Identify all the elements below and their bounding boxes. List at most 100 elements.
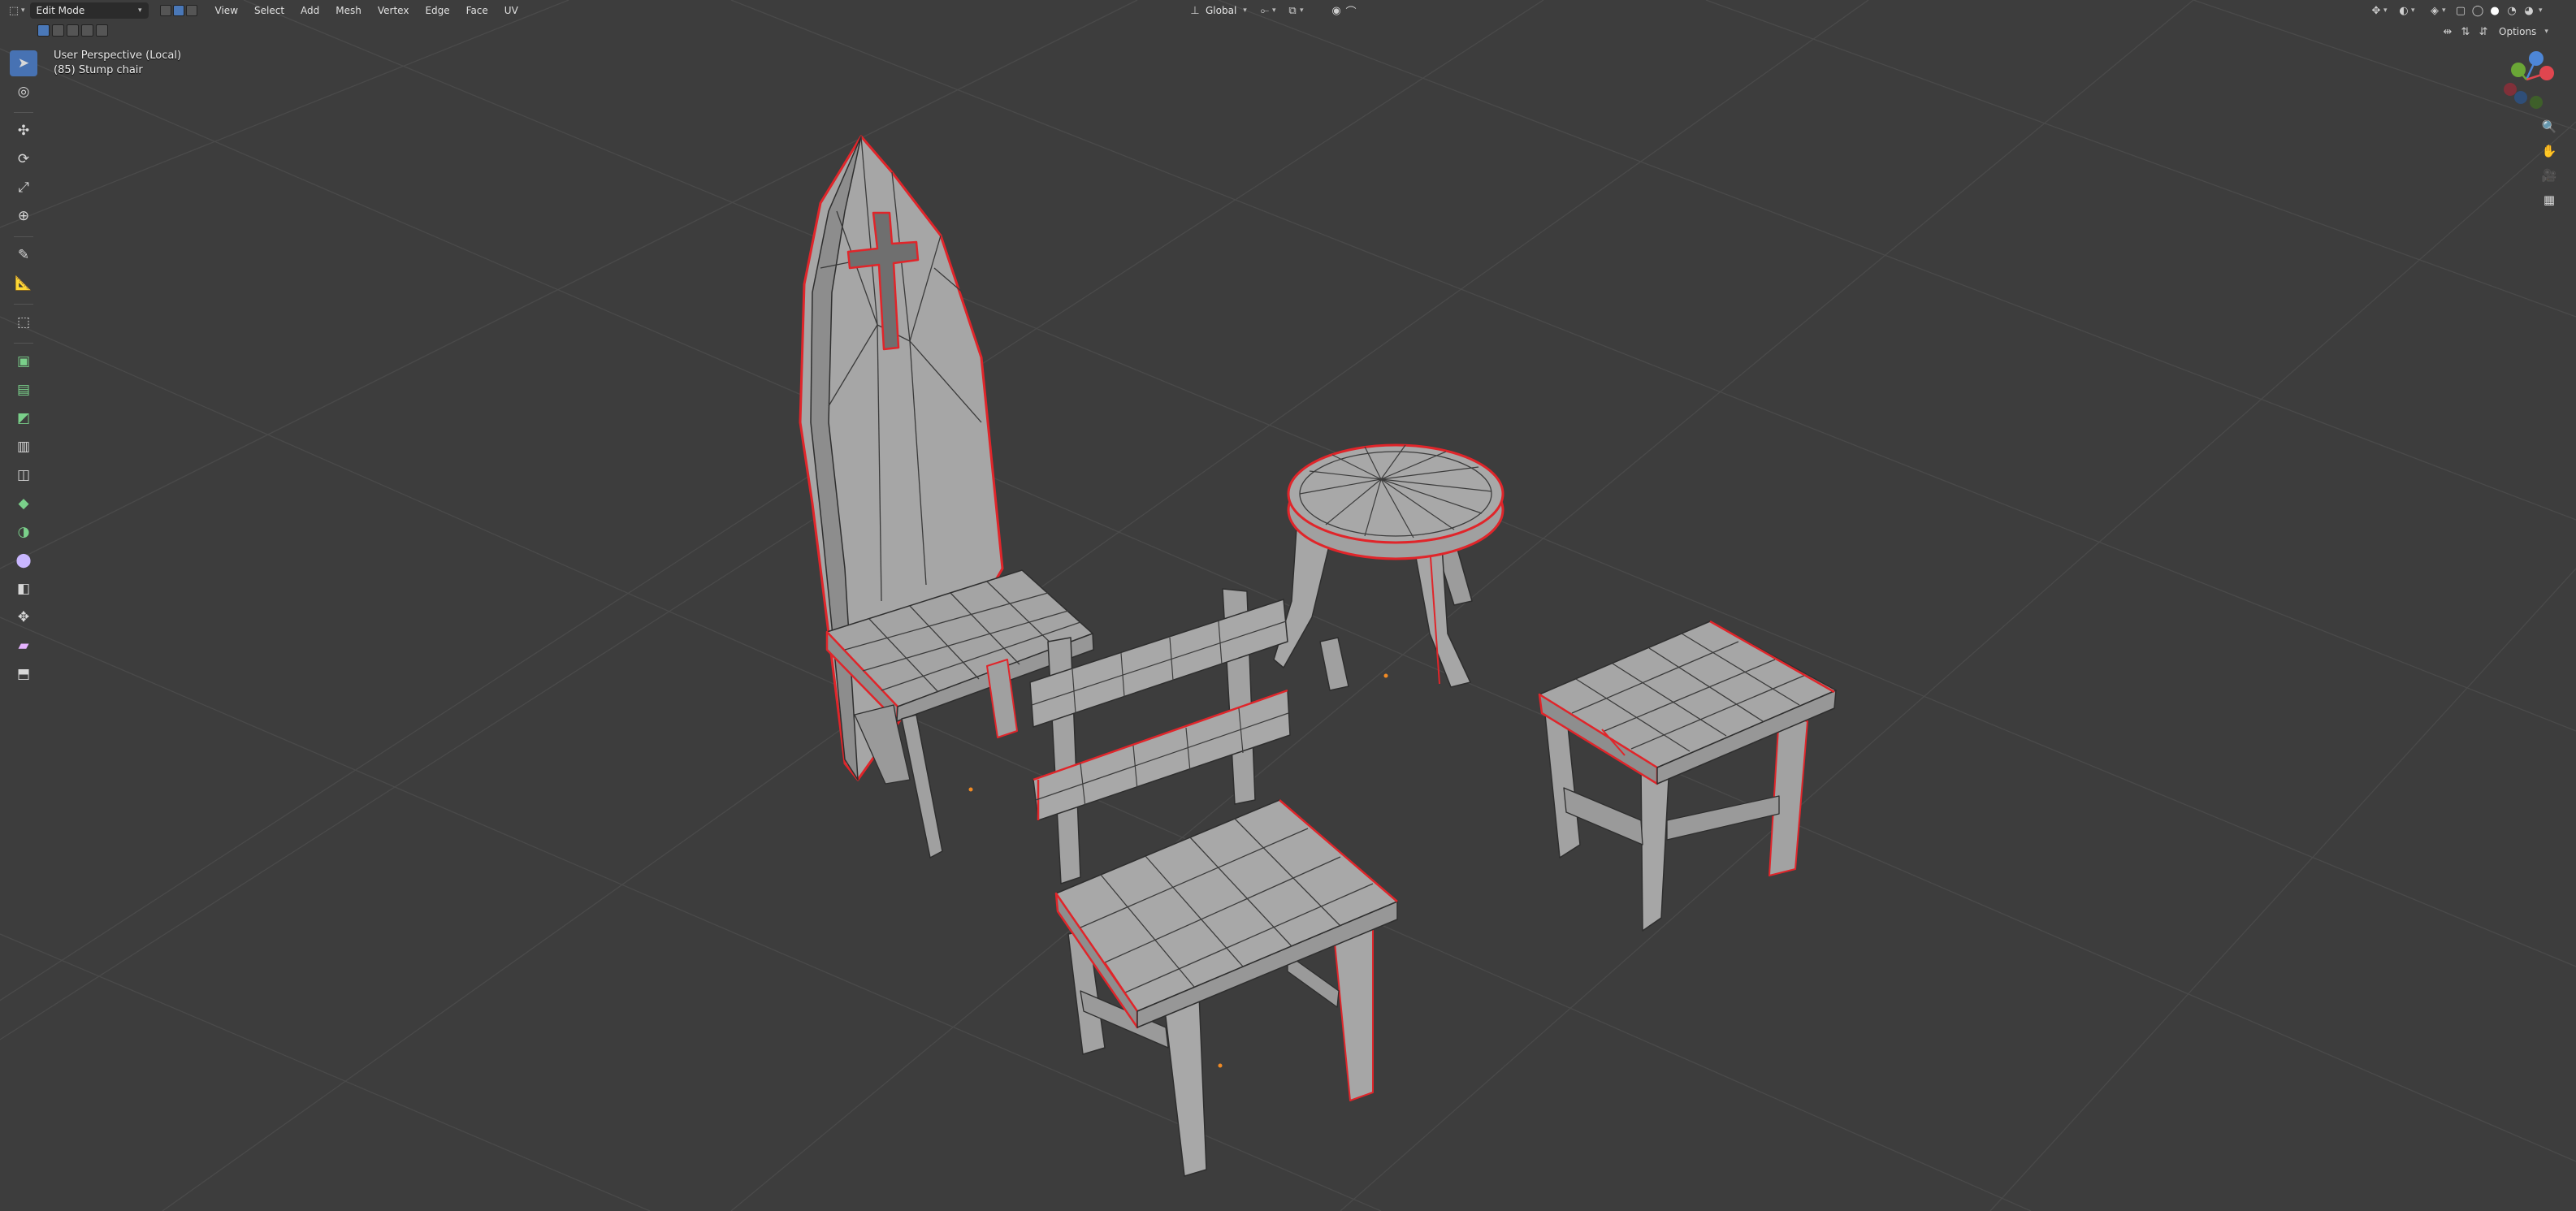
tool-poly-build[interactable]: ◆ [10, 491, 37, 517]
right-stool[interactable] [1538, 620, 1837, 932]
chevron-down-icon: ▾ [1272, 6, 1276, 15]
menu-mesh[interactable]: Mesh [327, 5, 370, 16]
gizmo-toggle[interactable]: ✥ ▾ [2369, 2, 2388, 19]
gizmo-neg-y[interactable] [2530, 96, 2543, 109]
chevron-down-icon: ▾ [2544, 28, 2548, 36]
material-shading-icon[interactable]: ◔ [2505, 3, 2519, 18]
gizmo-neg-x[interactable] [2504, 83, 2517, 96]
editor-type-button[interactable]: ⬚ ▾ [6, 2, 25, 19]
chevron-down-icon: ▾ [1300, 6, 1304, 15]
tool-knife[interactable]: ◫ [10, 462, 37, 488]
navigation-buttons: 🔍 ✋ 🎥 ▦ [2539, 117, 2559, 210]
3d-viewport[interactable] [0, 0, 2576, 1211]
gizmo-neg-z[interactable] [2514, 91, 2527, 104]
options-button[interactable]: Options [2494, 26, 2541, 37]
mirror-z-icon[interactable]: ⇵ [2476, 24, 2491, 39]
active-object-label: (85) Stump chair [54, 64, 143, 76]
mesh-objects[interactable] [799, 135, 1837, 1177]
camera-view-icon[interactable]: 🎥 [2539, 166, 2559, 185]
edge-select-button[interactable] [172, 5, 184, 16]
tool-spin[interactable]: ◑ [10, 519, 37, 545]
proportional-edit-icon: ◉ [1331, 4, 1341, 17]
select-new-button[interactable] [37, 24, 50, 37]
gizmo-z-axis[interactable] [2529, 51, 2544, 66]
tool-cursor[interactable]: ◎ [10, 79, 37, 105]
rendered-shading-icon[interactable]: ◕ [2522, 3, 2536, 18]
tool-edge-slide[interactable]: ◧ [10, 576, 37, 602]
extrude-icon: ▣ [16, 353, 31, 370]
tool-bevel[interactable]: ◩ [10, 405, 37, 431]
menu-face[interactable]: Face [458, 5, 496, 16]
gizmo-y-axis[interactable] [2511, 63, 2526, 77]
gizmo-x-axis[interactable] [2539, 66, 2554, 80]
tool-inset[interactable]: ▤ [10, 377, 37, 403]
menu-edge[interactable]: Edge [417, 5, 457, 16]
tool-shrink-fatten[interactable]: ✥ [10, 604, 37, 630]
menu-uv[interactable]: UV [496, 5, 526, 16]
menu-add[interactable]: Add [292, 5, 327, 16]
menu-view[interactable]: View [207, 5, 246, 16]
shading-buttons: ▢ ◯ ● ◔ ◕ ▾ [2453, 2, 2543, 19]
round-stool[interactable] [1273, 443, 1504, 691]
annotate-icon: ✎ [17, 247, 30, 263]
select-subtract-button[interactable] [67, 24, 79, 37]
tool-shear[interactable]: ▰ [10, 633, 37, 659]
tool-scale[interactable]: ⤢ [10, 175, 37, 201]
throne-chair[interactable] [799, 135, 1094, 859]
transform-orientation-dropdown[interactable]: ⊥ Global ▾ [1188, 2, 1247, 19]
snap-toggle[interactable]: ⧉ ▾ [1285, 2, 1304, 19]
poly-build-icon: ◆ [18, 495, 29, 512]
xray-icon[interactable]: ▢ [2453, 3, 2468, 18]
viewport-grid [0, 0, 2576, 1211]
menu-select[interactable]: Select [246, 5, 292, 16]
zoom-icon[interactable]: 🔍 [2539, 117, 2559, 136]
pivot-dropdown[interactable]: ⟜ ▾ [1258, 2, 1276, 19]
tool-rip-region[interactable]: ⬒ [10, 661, 37, 687]
overlay-toggle[interactable]: ◐ ▾ [2396, 2, 2415, 19]
tool-select-box[interactable]: ➤ [10, 50, 37, 76]
perspective-toggle-icon[interactable]: ▦ [2539, 190, 2559, 210]
tool-transform[interactable]: ⊕ [10, 203, 37, 229]
rip-region-icon: ⬒ [16, 666, 31, 682]
tool-rotate[interactable]: ⟳ [10, 146, 37, 172]
tool-measure[interactable]: 📐 [10, 270, 37, 296]
tool-smooth[interactable]: ⬤ [10, 547, 37, 573]
tool-loop-cut[interactable]: ▥ [10, 434, 37, 460]
mirror-y-icon[interactable]: ⇅ [2458, 24, 2473, 39]
select-intersect-button[interactable] [96, 24, 108, 37]
transform-icon: ⊕ [17, 208, 30, 224]
chevron-down-icon: ▾ [1243, 6, 1247, 15]
select-invert-button[interactable] [81, 24, 93, 37]
tool-move[interactable]: ✣ [10, 118, 37, 144]
menu-vertex[interactable]: Vertex [370, 5, 418, 16]
header-menus: View Select Add Mesh Vertex Edge Face UV [207, 2, 526, 19]
pan-hand-icon[interactable]: ✋ [2539, 141, 2559, 161]
face-select-button[interactable] [185, 5, 197, 16]
chevron-down-icon: ▾ [2442, 6, 2446, 15]
orientation-icon: ⊥ [1190, 4, 1200, 17]
mirror-x-icon[interactable]: ⇹ [2440, 24, 2455, 39]
tool-extrude[interactable]: ▣ [10, 348, 37, 374]
chevron-down-icon: ▾ [2383, 6, 2388, 15]
navigation-gizmo[interactable] [2504, 51, 2554, 109]
perspective-label: User Perspective (Local) [54, 50, 182, 62]
shear-icon: ▰ [18, 638, 29, 654]
toolbar-divider [14, 343, 33, 344]
tool-annotate[interactable]: ✎ [10, 242, 37, 268]
solid-shading-icon[interactable]: ● [2487, 3, 2502, 18]
blender-window: ⬚ ▾ Edit Mode ▾ View Select Add Mesh Ver… [0, 0, 2576, 1211]
overlay-icon: ◐ [2399, 4, 2409, 17]
select-extend-button[interactable] [52, 24, 64, 37]
proportional-edit-toggle[interactable]: ◉ ⌒ [1329, 2, 1358, 19]
tool-add-cube[interactable]: ⬚ [10, 309, 37, 335]
vertex-select-button[interactable] [159, 5, 171, 16]
mode-selector[interactable]: Edit Mode ▾ [29, 2, 149, 19]
measure-icon: 📐 [15, 275, 32, 292]
wireframe-shading-icon[interactable]: ◯ [2470, 3, 2485, 18]
chevron-down-icon: ▾ [2411, 6, 2415, 15]
header-right-row: ⇹ ⇅ ⇵ Options ▾ [2440, 24, 2548, 39]
mesh-edit-overlay-toggle[interactable]: ◈ ▾ [2427, 2, 2446, 19]
mesh-overlay-icon: ◈ [2431, 4, 2439, 17]
selection-mode-subbar [37, 24, 108, 37]
chevron-down-icon: ▾ [2539, 6, 2543, 15]
